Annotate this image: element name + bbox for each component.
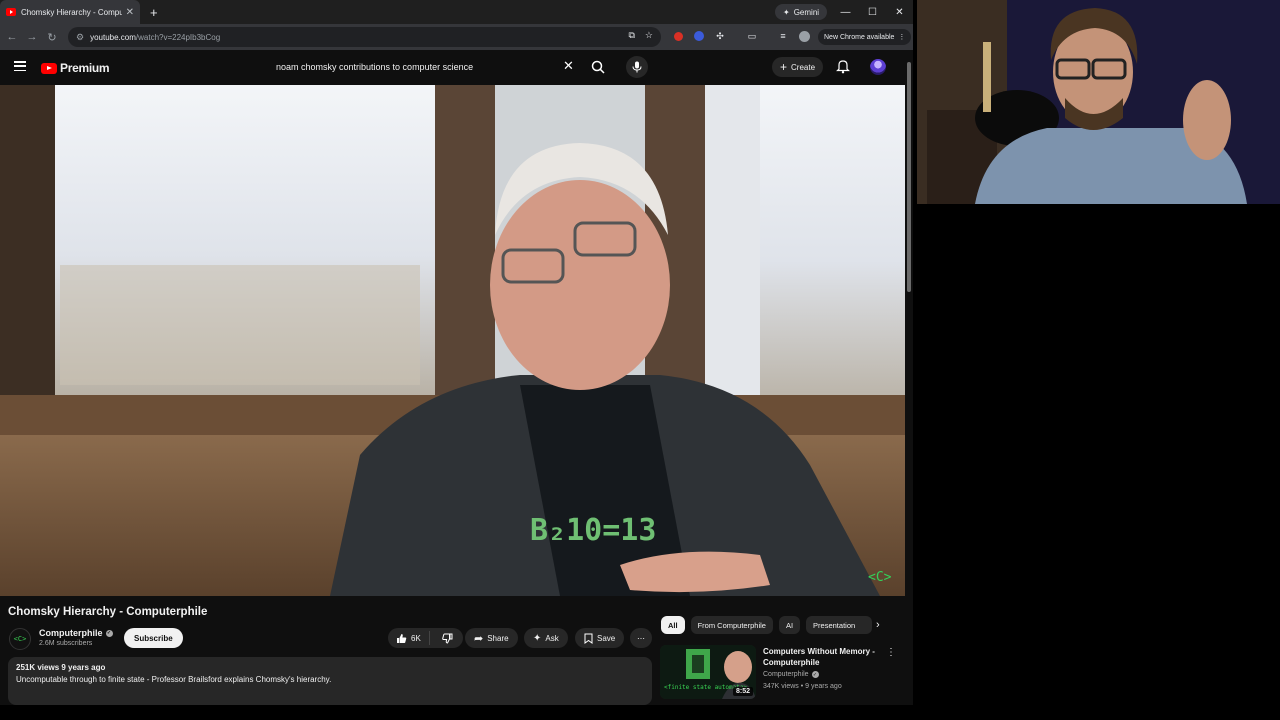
share-label: Share	[487, 633, 509, 643]
url-host: youtube.com	[90, 32, 136, 42]
close-window-button[interactable]: ✕	[886, 0, 913, 24]
user-avatar[interactable]	[870, 59, 886, 75]
sparkle-icon: ✦	[533, 632, 542, 644]
video-player[interactable]: B₂10=13 <C>	[0, 85, 905, 596]
search-icon	[591, 60, 605, 74]
tab-title: Chomsky Hierarchy - Computerphile	[21, 7, 122, 17]
voice-search-button[interactable]	[626, 56, 648, 78]
chevron-right-icon[interactable]: ›	[876, 619, 880, 631]
save-button[interactable]: Save	[575, 628, 625, 648]
create-label: Create	[791, 62, 816, 72]
recommended-channel-name: Computerphile	[763, 671, 809, 678]
chip-from-computerphile[interactable]: From Computerphile	[690, 616, 773, 634]
share-button[interactable]: ➦ Share	[465, 628, 518, 648]
cast-icon[interactable]: ▭	[745, 29, 759, 43]
kebab-menu-icon: ⋮	[898, 34, 906, 41]
dislike-button[interactable]	[434, 633, 463, 644]
extension-icon-2[interactable]	[692, 29, 706, 43]
youtube-logo[interactable]: Premium	[41, 61, 110, 75]
search-query-text: noam chomsky contributions to computer s…	[276, 62, 474, 72]
page-scrollbar[interactable]	[905, 50, 913, 705]
address-bar[interactable]: ⚙ youtube.com/watch?v=224pIb3bCog ⧉ ☆	[68, 27, 661, 47]
more-horizontal-icon: ⋯	[637, 633, 645, 643]
video-duration: 8:52	[732, 687, 753, 696]
recommended-channel[interactable]: Computerphile ✓	[763, 671, 819, 678]
plus-icon: +	[780, 60, 788, 74]
new-chrome-label: New Chrome available	[824, 33, 895, 41]
subscriber-count: 2.6M subscribers	[39, 640, 93, 647]
video-frame: B₂10=13 <C>	[0, 85, 905, 596]
youtube-play-icon	[41, 62, 57, 74]
like-dislike-group: 6K	[388, 628, 463, 648]
channel-watermark-icon: <C>	[868, 570, 892, 585]
youtube-logo-text: Premium	[60, 61, 110, 75]
view-count-date: 251K views 9 years ago	[16, 663, 106, 672]
extension-icon-1[interactable]	[671, 29, 685, 43]
recommended-video-meta: 347K views • 9 years ago	[763, 683, 842, 690]
forward-arrow-icon[interactable]: →	[22, 31, 42, 43]
channel-name-text: Computerphile	[39, 628, 103, 638]
profile-avatar-icon[interactable]	[797, 29, 811, 43]
tab-strip: Chomsky Hierarchy - Computerphile ✕ + ✦ …	[0, 0, 913, 24]
chip-ai[interactable]: AI	[778, 616, 801, 634]
minimize-button[interactable]: —	[832, 0, 859, 24]
subscribe-button[interactable]: Subscribe	[124, 628, 183, 648]
browser-window: Chomsky Hierarchy - Computerphile ✕ + ✦ …	[0, 0, 913, 705]
microphone-icon	[632, 61, 642, 73]
like-button[interactable]: 6K	[388, 631, 430, 645]
webcam-image	[917, 0, 1280, 204]
chip-all[interactable]: All	[661, 616, 685, 634]
bookmark-icon	[584, 633, 593, 644]
site-info-icon[interactable]: ⚙	[76, 32, 84, 43]
channel-avatar[interactable]: <C>	[9, 628, 31, 650]
search-button[interactable]	[588, 57, 608, 77]
gemini-button[interactable]: ✦ Gemini	[775, 4, 828, 20]
youtube-header: Premium noam chomsky contributions to co…	[0, 50, 905, 85]
media-controls-icon[interactable]: ≡	[776, 29, 790, 43]
install-app-icon[interactable]: ⧉	[628, 30, 634, 41]
youtube-favicon-icon	[6, 8, 16, 16]
verified-check-icon: ✓	[105, 629, 113, 637]
kebab-menu-icon[interactable]: ⋮	[886, 647, 896, 658]
thumbs-down-icon	[442, 633, 453, 644]
extensions-puzzle-icon[interactable]: ✣	[713, 29, 727, 43]
clear-search-icon[interactable]: ✕	[563, 58, 574, 74]
ask-button[interactable]: ✦ Ask	[524, 628, 568, 648]
more-actions-button[interactable]: ⋯	[630, 628, 652, 648]
channel-name[interactable]: Computerphile ✓	[39, 628, 113, 638]
bookmark-star-icon[interactable]: ☆	[645, 30, 653, 41]
hamburger-menu-icon[interactable]	[14, 61, 26, 71]
notifications-bell-icon[interactable]	[836, 59, 850, 74]
thumbs-up-icon	[397, 633, 407, 643]
create-button[interactable]: + Create	[772, 57, 824, 77]
ask-label: Ask	[545, 633, 559, 643]
description-text: Uncomputable through to finite state - P…	[16, 675, 332, 684]
share-arrow-icon: ➦	[474, 632, 484, 645]
related-filter-chips: All From Computerphile AI Presentation	[661, 616, 873, 634]
tab-close-icon[interactable]: ✕	[126, 7, 134, 18]
svg-text:B₂10=13: B₂10=13	[530, 513, 656, 548]
description-box[interactable]: 251K views 9 years ago Uncomputable thro…	[8, 657, 652, 705]
gemini-label: Gemini	[793, 7, 820, 17]
sparkle-icon: ✦	[783, 7, 790, 17]
video-title: Chomsky Hierarchy - Computerphile	[8, 606, 208, 618]
verified-check-icon: ✓	[811, 671, 819, 678]
search-input[interactable]: noam chomsky contributions to computer s…	[266, 56, 583, 78]
back-arrow-icon[interactable]: ←	[2, 31, 22, 43]
maximize-button[interactable]: ☐	[859, 0, 886, 24]
url-path: /watch?v=224pIb3bCog	[135, 32, 221, 42]
save-label: Save	[597, 633, 616, 643]
recommended-video-thumbnail[interactable]: <finite state automata> 8:52	[660, 645, 756, 699]
new-chrome-available-button[interactable]: New Chrome available ⋮	[818, 29, 912, 45]
like-count: 6K	[411, 633, 421, 643]
chip-presentation[interactable]: Presentation	[806, 616, 873, 634]
reload-icon[interactable]: ↻	[42, 31, 62, 44]
webcam-overlay	[917, 0, 1280, 204]
new-tab-button[interactable]: +	[150, 5, 158, 20]
recommended-video-title[interactable]: Computers Without Memory - Computerphile	[763, 646, 878, 668]
browser-tab-active[interactable]: Chomsky Hierarchy - Computerphile ✕	[0, 0, 140, 24]
